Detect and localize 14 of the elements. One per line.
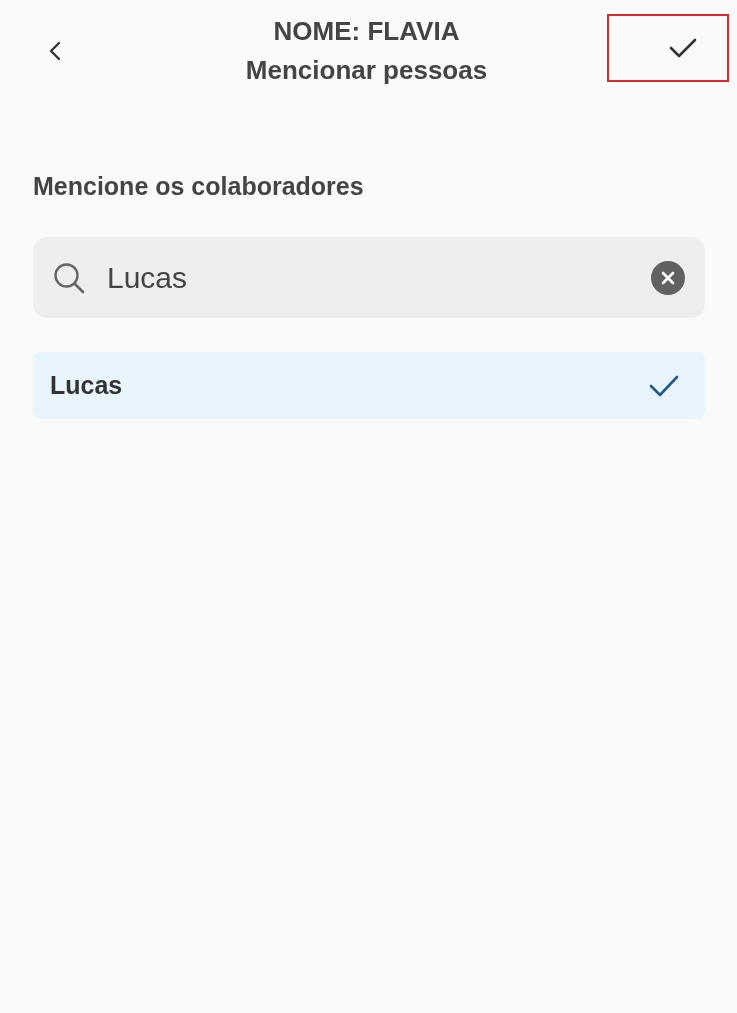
checkmark-icon <box>649 374 679 397</box>
result-item[interactable]: Lucas <box>33 352 705 419</box>
clear-button[interactable] <box>651 260 685 295</box>
screen-title: NOME: FLAVIA <box>273 15 460 48</box>
search-icon <box>53 261 85 294</box>
search-value: Lucas <box>107 260 189 295</box>
section-heading: Mencione os colaboradores <box>33 171 365 202</box>
checkmark-icon <box>669 38 697 58</box>
confirm-button[interactable] <box>607 14 729 82</box>
clear-icon <box>651 260 685 295</box>
result-name: Lucas <box>50 371 123 400</box>
search-field[interactable]: Lucas <box>33 237 705 318</box>
screen-subtitle: Mencionar pessoas <box>245 54 488 87</box>
back-chevron-icon <box>49 41 61 61</box>
